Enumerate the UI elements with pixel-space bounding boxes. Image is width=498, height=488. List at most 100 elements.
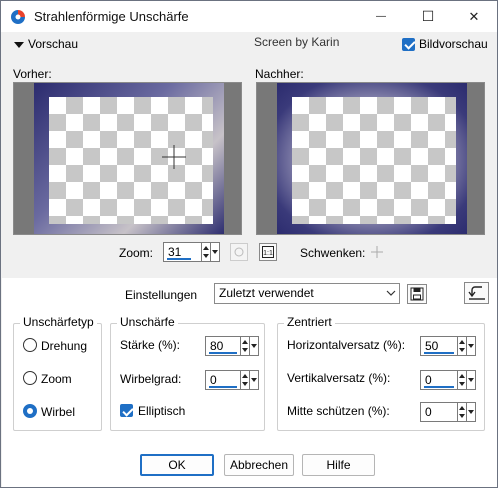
maximize-button[interactable]: ☐ [405, 1, 451, 32]
reset-arrow-icon [467, 286, 485, 300]
close-icon: ✕ [468, 8, 480, 24]
before-preview[interactable] [13, 82, 242, 235]
zoom-1to1-icon: 1:1 [262, 246, 274, 258]
spin-down-icon [459, 348, 465, 352]
cancel-label: Abbrechen [229, 458, 289, 472]
pan-control[interactable] [368, 243, 386, 261]
zoom-fit-icon [234, 247, 244, 257]
strength-input[interactable]: 80 [205, 336, 241, 356]
blur-type-group: Unschärfetyp Drehung Zoom Wirbel [13, 315, 102, 431]
protect-center-value: 0 [425, 405, 432, 419]
elliptic-label[interactable]: Elliptisch [138, 404, 185, 418]
paintshop-app-icon [11, 10, 25, 24]
window-title: Strahlenförmige Unschärfe [34, 9, 189, 24]
ok-label: OK [168, 458, 186, 472]
preset-select[interactable]: Zuletzt verwendet [214, 283, 400, 304]
checkbox-checked-icon [402, 37, 415, 51]
centered-title: Zentriert [284, 315, 335, 329]
blur-title: Unschärfe [117, 315, 178, 329]
dialog-window: Strahlenförmige Unschärfe — ☐ ✕ Vorschau… [0, 0, 498, 488]
spin-down-icon [459, 382, 465, 386]
strength-value: 80 [210, 339, 224, 353]
pan-move-icon [371, 246, 383, 258]
centered-group: Zentriert Horizontalversatz (%): 50 Vert… [277, 315, 485, 431]
spin-up-icon [459, 406, 465, 410]
after-checkerboard [292, 97, 456, 224]
settings-panel: Einstellungen Zuletzt verwendet Unschärf… [2, 278, 497, 487]
radio-zoom-label[interactable]: Zoom [41, 372, 72, 386]
help-button[interactable]: Hilfe [302, 454, 375, 476]
title-bar[interactable]: Strahlenförmige Unschärfe — ☐ ✕ [1, 1, 497, 32]
twist-label: Wirbelgrad: [120, 372, 182, 386]
zoom-fit-button[interactable] [230, 243, 248, 261]
reset-button[interactable] [464, 282, 489, 304]
svg-text:1:1: 1:1 [263, 250, 273, 257]
radio-zoom[interactable] [23, 371, 37, 385]
strength-dropdown-arrow[interactable] [249, 336, 259, 356]
after-label: Nachher: [255, 67, 304, 81]
before-label: Vorher: [13, 67, 52, 81]
ok-button[interactable]: OK [140, 454, 214, 476]
spin-up-icon [203, 246, 209, 250]
save-preset-button[interactable] [407, 284, 427, 304]
collapse-caret-icon [14, 41, 24, 48]
zoom-input-underline [167, 258, 191, 260]
vorschau-label: Vorschau [28, 37, 79, 51]
strength-label: Stärke (%): [120, 338, 181, 352]
radio-drehung-label[interactable]: Drehung [41, 339, 87, 353]
zoom-label: Zoom: [119, 246, 154, 260]
maximize-icon: ☐ [421, 8, 435, 24]
before-checkerboard [49, 97, 213, 224]
crosshair-icon[interactable] [162, 145, 186, 169]
spin-down-icon [242, 348, 248, 352]
help-label: Hilfe [326, 458, 351, 472]
vorschau-toggle[interactable]: Vorschau [14, 37, 78, 51]
v-offset-dropdown-arrow[interactable] [466, 370, 476, 390]
close-button[interactable]: ✕ [451, 1, 497, 32]
minimize-button[interactable]: — [358, 1, 404, 32]
radio-wirbel-label[interactable]: Wirbel [41, 405, 75, 419]
h-offset-dropdown-arrow[interactable] [466, 336, 476, 356]
zoom-dropdown-arrow[interactable] [210, 242, 220, 262]
chevron-down-icon [386, 290, 396, 296]
cancel-button[interactable]: Abbrechen [224, 454, 294, 476]
v-offset-value: 0 [425, 373, 432, 387]
twist-input[interactable]: 0 [205, 370, 241, 390]
h-offset-input[interactable]: 50 [420, 336, 458, 356]
zoom-value: 31 [168, 245, 182, 259]
spin-down-icon [242, 382, 248, 386]
blur-group: Unschärfe Stärke (%): 80 Wirbelgrad: 0 E… [110, 315, 265, 431]
protect-center-input[interactable]: 0 [420, 402, 458, 422]
v-offset-label: Vertikalversatz (%): [287, 371, 391, 385]
spin-up-icon [242, 340, 248, 344]
h-offset-value: 50 [425, 339, 439, 353]
minimize-icon: — [376, 11, 386, 22]
spin-up-icon [459, 374, 465, 378]
spin-down-icon [459, 414, 465, 418]
credit-text: Screen by Karin [254, 35, 340, 49]
settings-label: Einstellungen [125, 288, 198, 302]
v-offset-input[interactable]: 0 [420, 370, 458, 390]
after-preview [256, 82, 485, 235]
preset-value: Zuletzt verwendet [219, 286, 314, 300]
bildvorschau-label: Bildvorschau [419, 37, 488, 51]
spin-up-icon [459, 340, 465, 344]
strength-underline [209, 352, 237, 354]
radio-wirbel[interactable] [23, 404, 37, 418]
v-offset-underline [424, 386, 454, 388]
spin-down-icon [203, 254, 209, 258]
radio-drehung[interactable] [23, 338, 37, 352]
blur-type-title: Unschärfetyp [20, 315, 97, 329]
elliptic-checkbox[interactable] [120, 404, 133, 417]
pan-label: Schwenken: [300, 246, 366, 260]
bildvorschau-checkbox[interactable]: Bildvorschau [402, 37, 488, 51]
protect-center-label: Mitte schützen (%): [287, 404, 390, 418]
twist-underline [209, 386, 237, 388]
twist-dropdown-arrow[interactable] [249, 370, 259, 390]
spin-up-icon [242, 374, 248, 378]
twist-value: 0 [210, 373, 217, 387]
zoom-actual-size-button[interactable]: 1:1 [259, 243, 277, 261]
h-offset-underline [424, 352, 454, 354]
save-disk-icon [410, 287, 424, 301]
protect-center-dropdown-arrow[interactable] [466, 402, 476, 422]
